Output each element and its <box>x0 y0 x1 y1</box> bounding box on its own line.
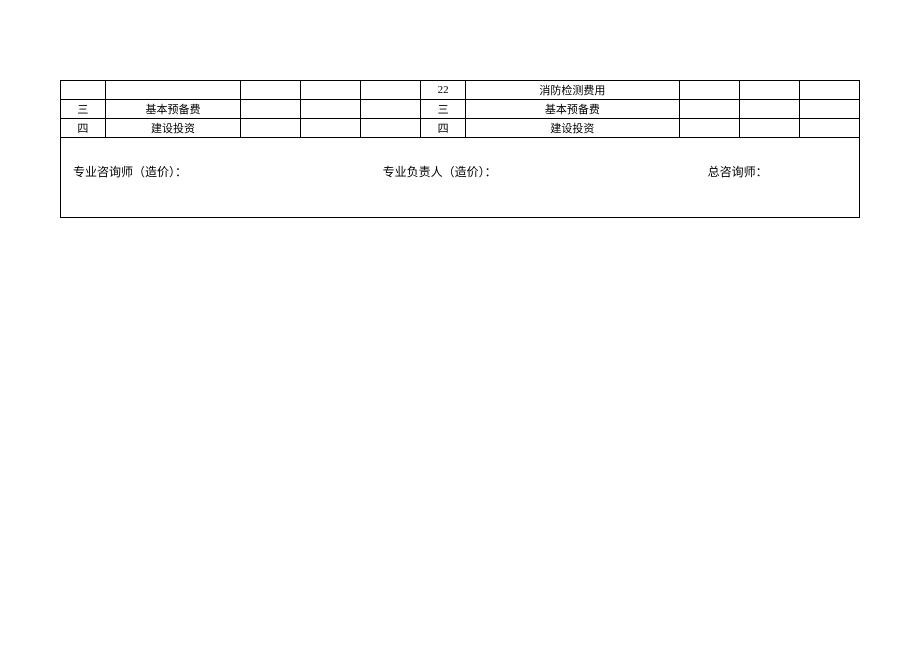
cell-left-v1 <box>241 100 301 119</box>
cell-left-v3 <box>361 100 421 119</box>
cost-table: 22 消防检测费用 三 基本预备费 三 基本预备费 四 建设投资 <box>60 80 860 138</box>
cell-right-name: 建设投资 <box>466 119 680 138</box>
signature-section: 专业咨询师（造价）： 专业负责人（造价）： 总咨询师： <box>60 138 860 218</box>
cell-right-v3 <box>799 100 859 119</box>
cell-right-name: 基本预备费 <box>466 100 680 119</box>
cell-left-name: 基本预备费 <box>105 100 240 119</box>
cell-left-v3 <box>361 81 421 100</box>
cell-left-v1 <box>241 81 301 100</box>
cell-left-index: 四 <box>61 119 106 138</box>
cell-right-index: 四 <box>421 119 466 138</box>
cell-left-index <box>61 81 106 100</box>
cell-left-name <box>105 81 240 100</box>
cell-right-v2 <box>739 100 799 119</box>
cell-right-index: 22 <box>421 81 466 100</box>
signature-chief: 总咨询师： <box>708 163 847 217</box>
cell-right-v3 <box>799 81 859 100</box>
cell-right-v1 <box>679 119 739 138</box>
cell-right-name: 消防检测费用 <box>466 81 680 100</box>
cell-left-v1 <box>241 119 301 138</box>
cell-left-v2 <box>301 119 361 138</box>
cell-right-index: 三 <box>421 100 466 119</box>
cell-right-v1 <box>679 100 739 119</box>
cell-left-v2 <box>301 100 361 119</box>
table-row: 三 基本预备费 三 基本预备费 <box>61 100 860 119</box>
cell-right-v3 <box>799 119 859 138</box>
signature-responsible: 专业负责人（造价）： <box>383 163 708 217</box>
table-row: 四 建设投资 四 建设投资 <box>61 119 860 138</box>
table-row: 22 消防检测费用 <box>61 81 860 100</box>
cell-left-v2 <box>301 81 361 100</box>
cell-right-v1 <box>679 81 739 100</box>
signature-consultant: 专业咨询师（造价）： <box>73 163 383 217</box>
cell-left-v3 <box>361 119 421 138</box>
cell-left-name: 建设投资 <box>105 119 240 138</box>
cell-right-v2 <box>739 81 799 100</box>
page-container: 22 消防检测费用 三 基本预备费 三 基本预备费 四 建设投资 <box>0 0 920 218</box>
cell-right-v2 <box>739 119 799 138</box>
cell-left-index: 三 <box>61 100 106 119</box>
